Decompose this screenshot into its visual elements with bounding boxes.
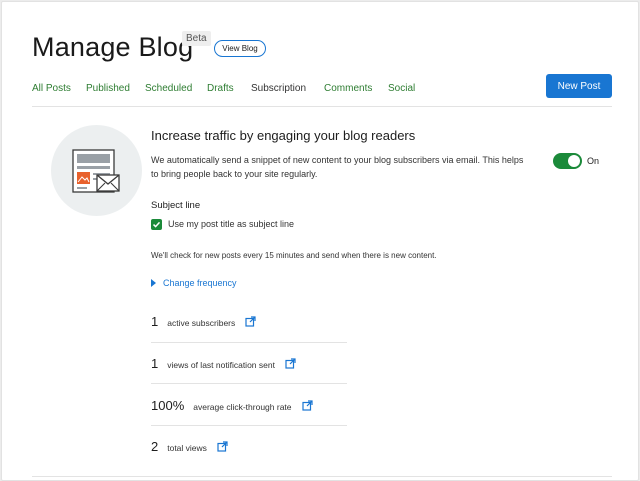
footer-divider — [32, 476, 612, 477]
caret-right-icon — [151, 279, 156, 287]
beta-badge: Beta — [182, 31, 211, 46]
tab-drafts[interactable]: Drafts — [207, 83, 234, 94]
newsletter-envelope-icon — [51, 125, 142, 216]
stat-label: active subscribers — [167, 318, 236, 328]
stat-divider — [151, 342, 347, 343]
stat-click-through-rate: 100% average click-through rate — [151, 398, 313, 413]
stat-total-views: 2 total views — [151, 439, 228, 454]
change-frequency-label: Change frequency — [163, 278, 237, 288]
new-post-button[interactable]: New Post — [546, 74, 612, 98]
frequency-note: We'll check for new posts every 15 minut… — [151, 251, 437, 260]
tab-comments[interactable]: Comments — [324, 83, 372, 94]
stat-notification-views: 1 views of last notification sent — [151, 356, 296, 371]
external-link-icon[interactable] — [245, 316, 256, 327]
use-title-checkbox-label[interactable]: Use my post title as subject line — [168, 219, 294, 229]
use-title-checkbox[interactable] — [151, 219, 162, 230]
subject-line-label: Subject line — [151, 200, 201, 211]
tab-social[interactable]: Social — [388, 83, 415, 94]
stat-label: total views — [167, 443, 207, 453]
stat-value: 2 — [151, 439, 159, 454]
toggle-knob — [568, 155, 580, 167]
stat-value: 1 — [151, 356, 159, 371]
external-link-icon[interactable] — [285, 358, 296, 369]
section-description: We automatically send a snippet of new c… — [151, 155, 524, 179]
header-divider — [32, 106, 612, 107]
stat-value: 1 — [151, 314, 159, 329]
toggle-state-label: On — [587, 156, 600, 166]
stat-value: 100% — [151, 398, 185, 413]
tab-all-posts[interactable]: All Posts — [32, 83, 71, 94]
external-link-icon[interactable] — [301, 400, 313, 411]
stat-divider — [151, 425, 347, 426]
stat-divider — [151, 383, 347, 384]
tab-published[interactable]: Published — [86, 83, 130, 94]
external-link-icon[interactable] — [217, 441, 228, 452]
stat-active-subscribers: 1 active subscribers — [151, 314, 256, 329]
subscription-toggle[interactable] — [553, 153, 582, 169]
stat-label: views of last notification sent — [167, 360, 275, 370]
tab-subscription[interactable]: Subscription — [251, 83, 306, 94]
tab-scheduled[interactable]: Scheduled — [145, 83, 192, 94]
view-blog-button[interactable]: View Blog — [214, 40, 266, 57]
check-icon — [152, 221, 161, 228]
stat-label: average click-through rate — [193, 402, 292, 412]
blog-manager-card: Manage Blog Beta View Blog All Posts Pub… — [1, 1, 639, 481]
page-title: Manage Blog — [32, 32, 194, 62]
change-frequency-link[interactable]: Change frequency — [151, 278, 237, 288]
section-heading: Increase traffic by engaging your blog r… — [151, 128, 416, 143]
